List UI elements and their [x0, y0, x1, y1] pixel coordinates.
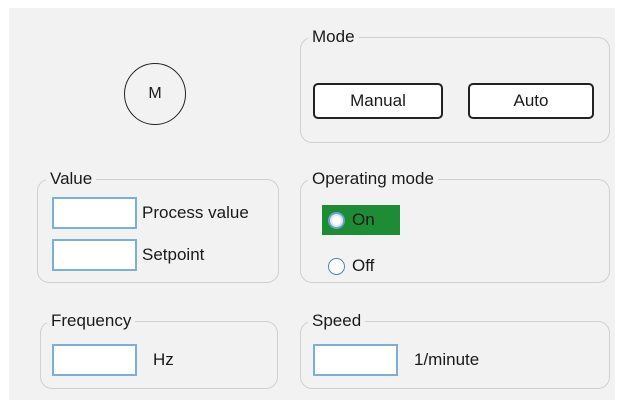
speed-group-title: Speed	[308, 311, 366, 331]
radio-off[interactable]: Off	[322, 251, 400, 281]
radio-off-label: Off	[352, 256, 375, 275]
frequency-unit: Hz	[153, 350, 174, 369]
process-value-label: Process value	[142, 203, 249, 222]
frequency-group-title: Frequency	[47, 311, 136, 331]
radio-off-indicator[interactable]	[328, 257, 345, 275]
setpoint-label: Setpoint	[142, 245, 205, 264]
auto-button[interactable]: Auto	[468, 83, 594, 119]
speed-field[interactable]	[313, 344, 398, 376]
radio-on-indicator[interactable]	[328, 211, 345, 229]
frequency-field[interactable]	[52, 344, 137, 376]
radio-on-label: On	[352, 210, 375, 229]
manual-button[interactable]: Manual	[313, 83, 443, 119]
motor-label: M	[148, 85, 162, 102]
setpoint-field[interactable]	[52, 239, 137, 271]
value-group-title: Value	[46, 169, 97, 189]
motor-icon: M	[124, 63, 186, 125]
speed-unit: 1/minute	[414, 350, 480, 369]
process-value-field[interactable]	[52, 197, 137, 229]
radio-on[interactable]: On	[322, 205, 400, 235]
operating-mode-group-title: Operating mode	[308, 169, 438, 189]
mode-group-title: Mode	[308, 27, 359, 47]
